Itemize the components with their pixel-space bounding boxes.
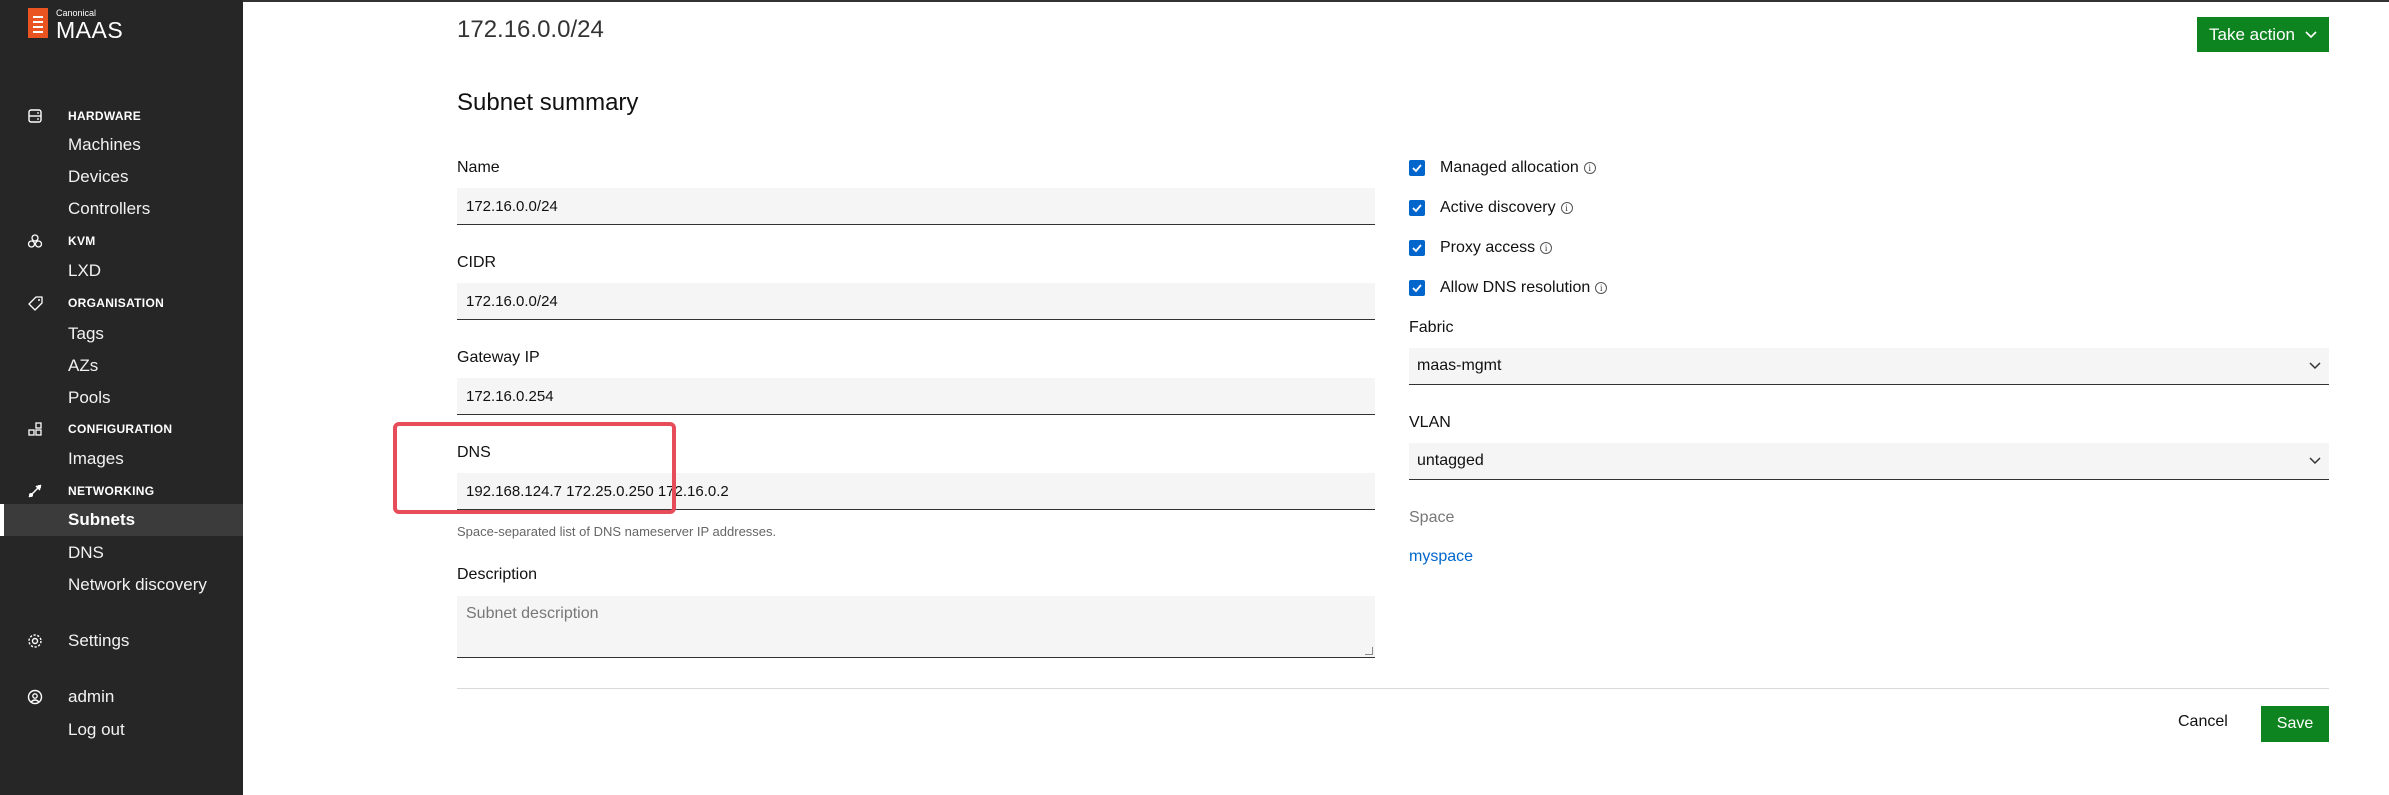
sidebar-item-admin[interactable]: admin xyxy=(68,687,114,707)
sidebar-item-dns[interactable]: DNS xyxy=(68,543,104,563)
sidebar-item-pools[interactable]: Pools xyxy=(68,388,111,408)
space-label: Space xyxy=(1409,509,1455,526)
sidebar-item-devices[interactable]: Devices xyxy=(68,167,128,187)
sidebar-item-azs[interactable]: AZs xyxy=(68,356,98,376)
sidebar-item-controllers[interactable]: Controllers xyxy=(68,199,150,219)
vlan-select[interactable]: untagged xyxy=(1409,443,2329,480)
section-title: Subnet summary xyxy=(457,89,639,116)
name-label: Name xyxy=(457,159,500,176)
nav-heading-organisation: ORGANISATION xyxy=(68,296,165,310)
take-action-button[interactable]: Take action xyxy=(2197,17,2329,52)
checkbox-checked-icon[interactable] xyxy=(1409,160,1425,176)
checkbox-proxy-access[interactable]: Proxy access i xyxy=(1409,239,1553,257)
maas-logo[interactable]: Canonical MAAS xyxy=(28,8,123,42)
checkbox-checked-icon[interactable] xyxy=(1409,200,1425,216)
gateway-ip-label: Gateway IP xyxy=(457,349,540,366)
form-divider xyxy=(457,688,2329,689)
chevron-down-icon xyxy=(2305,30,2317,38)
nav-section-kvm: KVM xyxy=(0,231,243,251)
nav-section-networking: NETWORKING xyxy=(0,481,243,501)
description-label: Description xyxy=(457,566,538,583)
cluster-icon xyxy=(26,232,44,250)
dns-help-text: Space-separated list of DNS nameserver I… xyxy=(457,524,777,539)
checkbox-label: Proxy access xyxy=(1440,239,1536,256)
nav-section-organisation: ORGANISATION xyxy=(0,293,243,313)
sidebar-item-subnets[interactable]: Subnets xyxy=(68,510,135,530)
description-textarea[interactable]: Subnet description xyxy=(457,596,1375,658)
fabric-value: maas-mgmt xyxy=(1417,357,1502,374)
save-button[interactable]: Save xyxy=(2261,706,2329,742)
checkbox-label: Active discovery xyxy=(1440,199,1556,216)
description-placeholder: Subnet description xyxy=(466,605,599,622)
sidebar-active-indicator xyxy=(0,504,4,536)
sidebar-item-lxd[interactable]: LXD xyxy=(68,261,101,281)
space-link[interactable]: myspace xyxy=(1409,548,1473,566)
chevron-down-icon xyxy=(2309,457,2321,465)
maas-logo-icon xyxy=(28,8,48,38)
name-input[interactable]: 172.16.0.0/24 xyxy=(457,188,1375,225)
grid-icon xyxy=(26,420,44,438)
brand-maas: MAAS xyxy=(56,17,124,43)
network-icon xyxy=(26,482,44,500)
sidebar-item-network-discovery[interactable]: Network discovery xyxy=(68,575,207,595)
fabric-select[interactable]: maas-mgmt xyxy=(1409,348,2329,385)
sidebar-item-machines[interactable]: Machines xyxy=(68,135,141,155)
nav-section-hardware: HARDWARE xyxy=(0,106,243,126)
server-icon xyxy=(26,107,44,125)
nav-heading-configuration: CONFIGURATION xyxy=(68,422,173,436)
nav-section-configuration: CONFIGURATION xyxy=(0,419,243,439)
take-action-label: Take action xyxy=(2209,24,2295,44)
sidebar-item-images[interactable]: Images xyxy=(68,449,124,469)
vlan-label: VLAN xyxy=(1409,414,1451,431)
nav-heading-kvm: KVM xyxy=(68,234,96,248)
fabric-label: Fabric xyxy=(1409,319,1454,336)
user-icon xyxy=(26,688,44,706)
dns-highlight-box xyxy=(393,422,676,514)
resize-handle-icon[interactable] xyxy=(1365,647,1373,655)
sidebar-item-logout[interactable]: Log out xyxy=(68,720,125,740)
checkbox-managed-allocation[interactable]: Managed allocation i xyxy=(1409,159,1596,177)
info-icon[interactable]: i xyxy=(1560,202,1573,214)
checkbox-checked-icon[interactable] xyxy=(1409,280,1425,296)
chevron-down-icon xyxy=(2309,362,2321,370)
nav-heading-networking: NETWORKING xyxy=(68,484,155,498)
checkbox-label: Managed allocation xyxy=(1440,159,1579,176)
checkbox-label: Allow DNS resolution xyxy=(1440,279,1591,296)
checkbox-active-discovery[interactable]: Active discovery i xyxy=(1409,199,1573,217)
gateway-ip-input[interactable]: 172.16.0.254 xyxy=(457,378,1375,415)
gear-icon xyxy=(26,632,44,650)
sidebar-item-tags[interactable]: Tags xyxy=(68,324,104,344)
sidebar: Canonical MAAS HARDWARE Machines Devices… xyxy=(0,0,243,795)
info-icon[interactable]: i xyxy=(1540,242,1553,254)
vlan-value: untagged xyxy=(1417,452,1484,469)
tag-icon xyxy=(26,294,44,312)
info-icon[interactable]: i xyxy=(1595,282,1608,294)
checkbox-checked-icon[interactable] xyxy=(1409,240,1425,256)
cidr-label: CIDR xyxy=(457,254,497,271)
info-icon[interactable]: i xyxy=(1583,162,1596,174)
sidebar-item-settings[interactable]: Settings xyxy=(68,631,129,651)
page-title: 172.16.0.0/24 xyxy=(457,16,604,43)
cancel-button[interactable]: Cancel xyxy=(2178,713,2228,731)
checkbox-allow-dns-resolution[interactable]: Allow DNS resolution i xyxy=(1409,279,1608,297)
nav-heading-hardware: HARDWARE xyxy=(68,109,142,123)
main-content: 172.16.0.0/24 Take action Subnet summary… xyxy=(243,0,2389,795)
cidr-input[interactable]: 172.16.0.0/24 xyxy=(457,283,1375,320)
